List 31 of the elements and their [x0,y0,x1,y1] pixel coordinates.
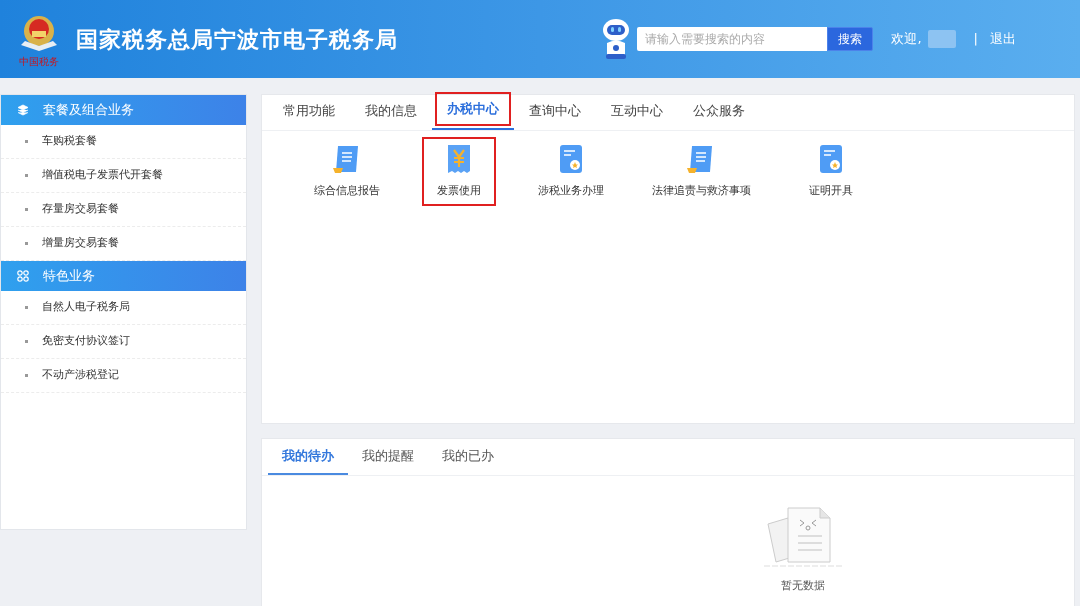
sidebar-item[interactable]: 不动产涉税登记 [1,359,246,393]
service-item[interactable]: 涉税业务办理 [526,137,616,206]
sidebar-item[interactable]: 存量房交易套餐 [1,193,246,227]
nav-tab[interactable]: 互动中心 [599,94,675,128]
service-item[interactable]: 发票使用 [422,137,496,206]
separator: | [973,30,978,49]
empty-message: 暂无数据 [781,578,825,594]
blurred-username [927,30,956,48]
task-tab[interactable]: 我的已办 [428,439,508,475]
robot-icon [601,18,632,60]
welcome-text: 欢迎, [891,30,922,49]
site-title: 国家税务总局宁波市电子税务局 [76,25,398,54]
sidebar-item[interactable]: 自然人电子税务局 [1,291,246,325]
task-tab[interactable]: 我的待办 [268,439,348,475]
nav-tab[interactable]: 查询中心 [517,94,593,128]
service-item[interactable]: 法律追责与救济事项 [646,137,756,206]
grid-icon [17,270,29,282]
layers-icon [17,104,29,116]
sidebar-item[interactable]: 免密支付协议签订 [1,325,246,359]
service-item[interactable]: 综合信息报告 [302,137,392,206]
service-item[interactable]: 证明开具 [786,137,876,206]
nav-tab[interactable]: 公众服务 [681,94,757,128]
nav-tab[interactable]: 我的信息 [353,94,429,128]
task-tab[interactable]: 我的提醒 [348,439,428,475]
sidebar-item[interactable]: 车购税套餐 [1,125,246,159]
search-button[interactable]: 搜索 [827,27,874,51]
search-field[interactable]: 请输入需要搜索的内容 [637,27,828,51]
nav-tab[interactable]: 办税中心 [435,92,511,126]
logo-text: 中国税务 [19,57,59,67]
nav-tab[interactable]: 常用功能 [271,94,347,128]
sidebar-item[interactable]: 增值税电子发票代开套餐 [1,159,246,193]
